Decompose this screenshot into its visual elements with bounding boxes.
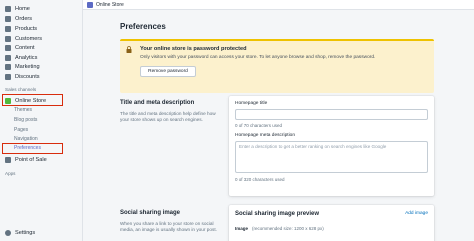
title-meta-heading: Title and meta description bbox=[120, 100, 195, 106]
sidebar-item-home[interactable]: Home bbox=[3, 4, 30, 13]
sidebar-item-customers[interactable]: Customers bbox=[3, 34, 42, 43]
sidebar-item-label: Discounts bbox=[15, 73, 40, 80]
sidebar-item-label: Customers bbox=[15, 35, 43, 42]
main-content: Preferences Your online store is passwor… bbox=[83, 10, 474, 241]
sidebar-sub-preferences[interactable]: Preferences bbox=[14, 145, 41, 151]
sidebar-item-content[interactable]: Content bbox=[3, 43, 35, 52]
apps-label[interactable]: Apps bbox=[5, 171, 15, 176]
sidebar-item-discounts[interactable]: Discounts bbox=[3, 72, 40, 81]
sidebar-item-label: Online Store bbox=[15, 97, 47, 104]
marketing-icon bbox=[5, 63, 11, 70]
sidebar-sub-blog-posts[interactable]: Blog posts bbox=[14, 117, 37, 123]
orders-icon bbox=[5, 15, 11, 22]
sidebar-sub-themes[interactable]: Themes bbox=[14, 107, 32, 113]
sidebar-item-label: Settings bbox=[15, 229, 36, 236]
remove-password-button[interactable]: Remove password bbox=[140, 66, 196, 77]
banner-text: Only visitors with your password can acc… bbox=[140, 55, 376, 60]
sidebar-item-point-of-sale[interactable]: Point of Sale bbox=[3, 155, 47, 164]
sidebar-item-products[interactable]: Products bbox=[3, 24, 37, 33]
store-icon bbox=[5, 97, 11, 104]
sidebar-item-label: Products bbox=[15, 25, 38, 32]
lock-icon bbox=[126, 46, 132, 53]
homepage-title-help: 0 of 70 characters used bbox=[235, 123, 283, 128]
sidebar-item-marketing[interactable]: Marketing bbox=[3, 62, 40, 71]
analytics-icon bbox=[5, 54, 11, 61]
sidebar-item-analytics[interactable]: Analytics bbox=[3, 53, 37, 62]
sidebar-item-online-store[interactable]: Online Store bbox=[3, 96, 46, 105]
discounts-icon bbox=[5, 73, 11, 80]
sidebar-item-orders[interactable]: Orders bbox=[3, 14, 32, 23]
sidebar-item-label: Home bbox=[15, 5, 30, 12]
title-meta-card: Homepage title 0 of 70 characters used H… bbox=[229, 96, 434, 196]
social-image-heading: Social sharing image bbox=[120, 210, 181, 216]
homepage-meta-help: 0 of 320 characters used bbox=[235, 177, 285, 182]
homepage-title-input[interactable] bbox=[235, 109, 428, 120]
sidebar-item-label: Marketing bbox=[15, 63, 40, 70]
sales-channels-label: Sales channels bbox=[5, 87, 37, 92]
image-label: Image bbox=[235, 226, 249, 231]
sidebar-sub-pages[interactable]: Pages bbox=[14, 127, 28, 133]
title-meta-description: The title and meta description help defi… bbox=[120, 111, 216, 123]
sidebar-sub-navigation[interactable]: Navigation bbox=[14, 136, 38, 142]
banner-title: Your online store is password protected bbox=[140, 46, 247, 52]
add-image-link[interactable]: Add image bbox=[405, 211, 428, 216]
pos-icon bbox=[5, 156, 11, 163]
products-icon bbox=[5, 25, 11, 32]
social-image-card: Social sharing image preview Add image I… bbox=[229, 205, 434, 241]
image-size-hint: (recommended size: 1200 x 628 px) bbox=[252, 226, 324, 231]
social-preview-title: Social sharing image preview bbox=[235, 211, 320, 217]
customers-icon bbox=[5, 35, 11, 42]
sidebar-item-label: Orders bbox=[15, 15, 33, 22]
social-image-description: When you share a link to your store on s… bbox=[120, 221, 217, 233]
sidebar-item-label: Analytics bbox=[15, 54, 38, 61]
top-bar: Online Store bbox=[83, 0, 474, 10]
homepage-meta-label: Homepage meta description bbox=[235, 133, 295, 138]
online-store-icon bbox=[87, 1, 93, 8]
homepage-title-label: Homepage title bbox=[235, 101, 268, 106]
home-icon bbox=[5, 5, 11, 12]
content-icon bbox=[5, 44, 11, 51]
sidebar-nav: Home Orders Products Customers Content A… bbox=[0, 0, 83, 241]
sidebar-item-label: Content bbox=[15, 44, 35, 51]
homepage-meta-textarea[interactable]: Enter a description to get a better rank… bbox=[235, 141, 428, 173]
sidebar-item-settings[interactable]: Settings bbox=[3, 228, 35, 237]
page-title: Preferences bbox=[120, 22, 166, 31]
sidebar-item-label: Point of Sale bbox=[15, 156, 47, 163]
top-bar-title: Online Store bbox=[96, 1, 124, 8]
gear-icon bbox=[5, 229, 11, 236]
password-banner: Your online store is password protected … bbox=[120, 39, 434, 93]
